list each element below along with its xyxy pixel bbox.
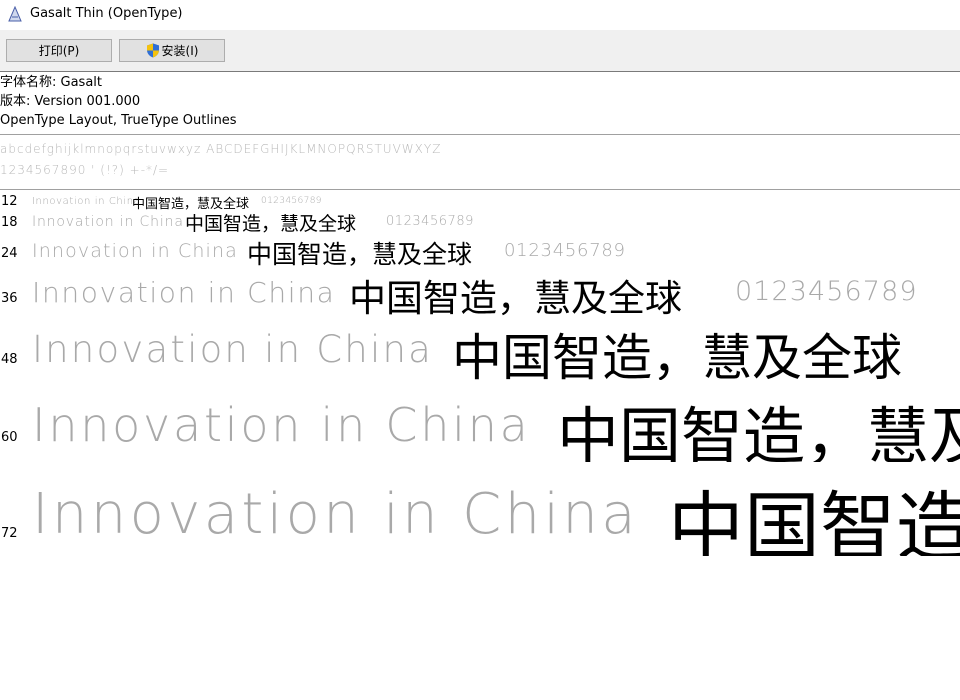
font-version-line: 版本: Version 001.000 [0,94,141,109]
font-app-icon [8,6,22,22]
sample-latin: Innovation in China [32,398,531,452]
sample-row-60: 60 Innovation in China 中国智造，慧及全球 [0,386,960,462]
size-label: 36 [1,291,18,306]
font-name-line: 字体名称: Gasalt [0,75,103,90]
sample-latin: Innovation in China [32,214,184,230]
sample-digits: 0123456789 [504,240,626,261]
sample-row-72: 72 Innovation in China 中国智造，慧及全球 [0,466,960,556]
size-label: 12 [1,194,18,209]
sample-latin: Innovation in China [32,240,238,262]
print-button[interactable]: 打印(P) [6,39,112,62]
install-button[interactable]: 安装(I) [119,39,225,62]
sample-row-24: 24 Innovation in China 中国智造，慧及全球 0123456… [0,235,960,267]
title-bar: Gasalt Thin (OpenType) [0,0,960,30]
window-title: Gasalt Thin (OpenType) [30,6,183,21]
install-button-label: 安装(I) [161,44,199,58]
divider [0,189,960,190]
sample-latin: Innovation in China [32,482,639,547]
print-button-label: 打印(P) [38,44,80,58]
uac-shield-icon [146,43,159,58]
size-label: 18 [1,215,18,230]
sample-cjk: 中国智造，慧及全球 [247,240,473,267]
charset-letters: abcdefghijklmnopqrstuvwxyz ABCDEFGHIJKLM… [0,142,442,156]
sample-cjk: 中国智造，慧及全球 [557,400,960,462]
sample-cjk: 中国智造，慧及全球 [349,277,682,316]
sample-cjk: 中国智造，慧及全球 [668,483,960,556]
sample-digits: 0123456789 [386,214,474,229]
sample-row-36: 36 Innovation in China 中国智造，慧及全球 0123456… [0,268,960,316]
size-label: 24 [1,246,18,261]
toolbar: 打印(P) 安装(I) [0,30,960,72]
sample-latin: Innovation in China [32,276,336,309]
font-format-line: OpenType Layout, TrueType Outlines [0,113,237,128]
sample-row-18: 18 Innovation in China 中国智造，慧及全球 0123456… [0,209,960,235]
sample-cjk: 中国智造，慧及全球 [452,329,902,380]
sample-digits: 0123456789 [735,276,918,307]
size-label: 60 [1,430,18,445]
sample-row-48: 48 Innovation in China 中国智造，慧及全球 [0,318,960,380]
size-label: 48 [1,352,18,367]
sample-cjk: 中国智造，慧及全球 [185,213,357,235]
charset-digits-symbols: 1234567890 ' (!?) +-*/= [0,163,170,177]
font-info: 字体名称: Gasalt 版本: Version 001.000 OpenTyp… [0,73,960,130]
sample-latin: Innovation in China [32,196,141,207]
size-label: 72 [1,526,18,541]
divider [0,134,960,135]
sample-latin: Innovation in China [32,328,434,371]
sample-digits: 0123456789 [261,196,322,206]
